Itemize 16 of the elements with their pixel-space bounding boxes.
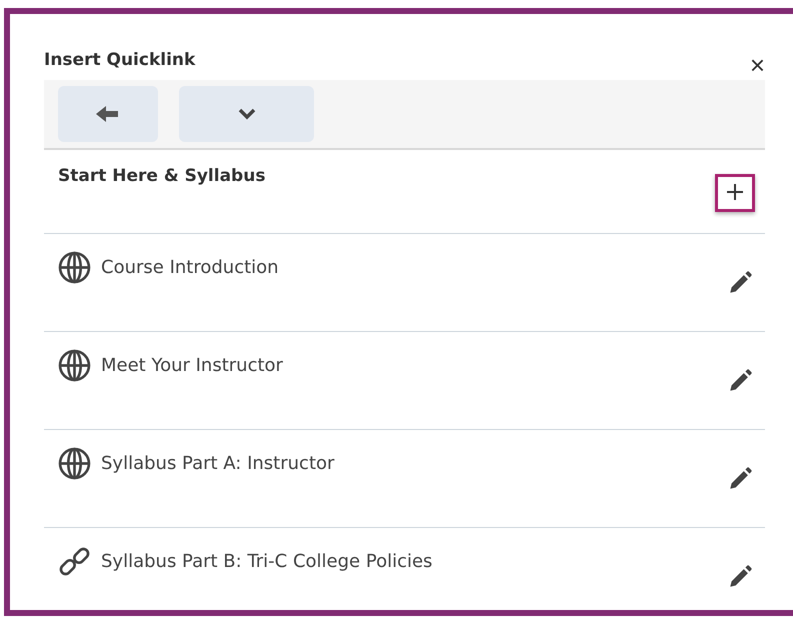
close-button[interactable]: ×	[750, 52, 765, 78]
back-arrow-icon	[96, 105, 120, 123]
add-button[interactable]	[715, 174, 755, 212]
dialog-title: Insert Quicklink	[44, 50, 196, 70]
item-title[interactable]: Syllabus Part B: Tri-C College Policies	[101, 550, 432, 572]
plus-icon	[727, 184, 743, 200]
section-title: Start Here & Syllabus	[58, 166, 266, 188]
chevron-down-icon	[236, 107, 256, 121]
item-title[interactable]: Syllabus Part A: Instructor	[101, 452, 334, 474]
globe-icon	[58, 250, 91, 284]
item-title[interactable]: Course Introduction	[101, 256, 279, 278]
back-button[interactable]	[58, 86, 158, 142]
item-title[interactable]: Meet Your Instructor	[101, 354, 283, 376]
globe-icon	[58, 446, 91, 480]
link-icon	[58, 544, 91, 578]
globe-icon	[58, 348, 91, 382]
